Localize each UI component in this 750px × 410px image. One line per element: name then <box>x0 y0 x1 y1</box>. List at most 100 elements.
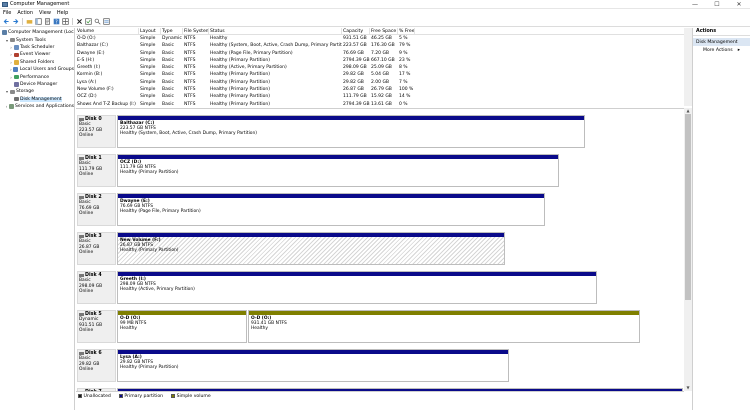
computer-management-icon <box>2 1 8 7</box>
column-header-file-system[interactable]: File System <box>183 28 209 34</box>
tree-node-event-viewer[interactable]: › Event Viewer <box>0 51 74 58</box>
column-header-capacity[interactable]: Capacity <box>342 28 370 34</box>
scroll-down-arrow-icon[interactable]: ▼ <box>684 385 692 391</box>
tree-node-shared-folders[interactable]: › Shared Folders <box>0 59 74 66</box>
rescan-button[interactable] <box>61 18 69 26</box>
partition-dwayne-e[interactable]: Dwayne (E:) 76.69 GB NTFS Healthy (Page Fi… <box>117 193 545 226</box>
maximize-button[interactable]: ☐ <box>706 0 728 9</box>
partition-status: Healthy (Primary Partition) <box>120 248 179 254</box>
volume-cell-capacity: 76.69 GB <box>343 50 364 56</box>
check-button[interactable] <box>84 18 92 26</box>
tree-node-task-scheduler[interactable]: › Task Scheduler <box>0 44 74 51</box>
partition-ocz-d[interactable]: OCZ (D:) 111.79 GB NTFS Healthy (Primary P… <box>117 154 559 187</box>
minimize-button[interactable]: — <box>684 0 706 9</box>
volume-row[interactable]: Greeth (I:) Simple Basic NTFS Healthy (Activ… <box>76 64 692 71</box>
volume-row[interactable]: Lysa (A:) Simple Basic NTFS Healthy (Primary… <box>76 79 692 86</box>
scrollbar-thumb[interactable] <box>685 114 691 300</box>
more-actions-item[interactable]: More Actions ▸ <box>693 46 750 54</box>
search-button[interactable] <box>93 18 101 26</box>
volume-cell-file-system: NTFS <box>184 36 196 41</box>
volume-list: Volume Layout Type File System Status Capacit… <box>76 28 692 108</box>
volume-cell-file-system: NTFS <box>184 72 196 78</box>
tree-node-performance[interactable]: › Performance <box>0 73 74 80</box>
column-header-free-space[interactable]: Free Space <box>370 28 398 34</box>
disk-label[interactable]: Disk 1 Basic 111.79 GB Online <box>77 154 116 187</box>
properties-button[interactable] <box>43 18 51 26</box>
expand-arrow-icon[interactable]: › <box>9 75 13 80</box>
volume-row[interactable]: Kormin (B:) Simple Basic NTFS Healthy (Prima… <box>76 71 692 78</box>
volume-cell-status: Healthy (Page File, Primary Partition) <box>210 50 293 56</box>
services-and-applications-icon <box>8 104 14 109</box>
tree-node-computer-management-local[interactable]: Computer Management (Local <box>0 29 74 36</box>
expand-arrow-icon[interactable]: ▾ <box>5 38 9 43</box>
expand-arrow-icon[interactable]: › <box>9 52 13 57</box>
help-button[interactable]: ? <box>52 18 60 26</box>
expand-arrow-icon[interactable]: › <box>9 60 13 65</box>
volume-cell-volume: O-D (O:) <box>77 36 96 41</box>
disk-label[interactable]: Disk 3 Basic 26.87 GB Online <box>77 232 116 265</box>
menu-help[interactable]: Help <box>54 10 71 16</box>
tree-node-storage[interactable]: ▾ Storage <box>0 88 74 95</box>
volume-cell-free-space: 26.79 GB <box>371 87 392 93</box>
expand-arrow-icon[interactable]: ▾ <box>5 89 9 94</box>
up-level-button[interactable] <box>25 18 33 26</box>
tree-node-disk-management[interactable]: Disk Management <box>0 96 74 103</box>
column-header-status[interactable]: Status <box>209 28 342 34</box>
expand-arrow-icon[interactable]: › <box>9 67 13 72</box>
view-button[interactable] <box>102 18 110 26</box>
disk-label[interactable]: Disk 0 Basic 223.57 GB Online <box>77 115 116 148</box>
more-actions-label: More Actions <box>703 47 733 53</box>
actions-section-disk-management[interactable]: Disk Management <box>693 38 750 46</box>
storage-icon <box>9 89 15 95</box>
disk-label[interactable]: Disk 5 Dynamic 931.51 GB Online <box>77 310 116 343</box>
volume-cell-capacity: 111.79 GB <box>343 94 367 100</box>
volume-row[interactable]: Dwayne (E:) Simple Basic NTFS Healthy (Page … <box>76 50 692 57</box>
volume-list-scrollbar[interactable] <box>684 28 692 106</box>
partition-balthazar-c[interactable]: Balthazar (C:) 223.57 GB NTFS Healthy (Sys… <box>117 115 585 148</box>
volume-row[interactable]: OCZ (D:) Simple Basic NTFS Healthy (Primary … <box>76 93 692 100</box>
volume-cell-free: 7 % <box>399 79 408 85</box>
tree-node-local-users-and-groups[interactable]: › Local Users and Groups <box>0 66 74 73</box>
partition-new-volume-f[interactable]: New Volume (F:) 26.87 GB NTFS Healthy (Pri… <box>117 232 505 265</box>
expand-arrow-icon[interactable]: › <box>9 45 13 50</box>
partition-o-d-o[interactable]: O-D (O:) 99 MB NTFS Healthy <box>117 310 247 343</box>
tree-node-system-tools[interactable]: ▾ System Tools <box>0 36 74 43</box>
disk-label[interactable]: Disk 6 Basic 29.82 GB Online <box>77 349 116 382</box>
disk-label[interactable]: Disk 2 Basic 76.69 GB Online <box>77 193 116 226</box>
disk-row-disk-0: Disk 0 Basic 223.57 GB Online Balthazar (C:)… <box>77 115 637 149</box>
tree-node-services-and-applications[interactable]: › Services and Applications <box>0 103 74 110</box>
volume-row[interactable]: New Volume (F:) Simple Basic NTFS Healthy (P… <box>76 86 692 93</box>
partition-lysa-a[interactable]: Lysa (A:) 29.82 GB NTFS Healthy (Primary P… <box>117 349 509 382</box>
tree-node-label: Storage <box>16 89 34 95</box>
partition-greeth-i[interactable]: Greeth (I:) 298.09 GB NTFS Healthy (Active… <box>117 271 597 304</box>
volume-cell-volume: New Volume (F:) <box>77 87 114 93</box>
menu-view[interactable]: View <box>36 10 54 16</box>
partition-o-d-o[interactable]: O-D (O:) 931.41 GB NTFS Healthy <box>248 310 640 343</box>
back-button[interactable] <box>2 18 10 26</box>
delete-button[interactable] <box>75 18 83 26</box>
disk-label[interactable]: Disk 4 Basic 298.09 GB Online <box>77 271 116 304</box>
close-button[interactable]: ✕ <box>728 0 750 9</box>
volume-cell-status: Healthy (Primary Partition) <box>210 79 270 85</box>
volume-cell-free: 9 % <box>399 50 408 56</box>
volume-row[interactable]: Balthazar (C:) Simple Basic NTFS Healthy (Sy… <box>76 42 692 49</box>
show-hide-tree-button[interactable] <box>34 18 42 26</box>
column-header-volume[interactable]: Volume <box>76 28 139 34</box>
column-header-type[interactable]: Type <box>161 28 183 34</box>
volume-row[interactable]: E-S (H:) Simple Basic NTFS Healthy (Primary … <box>76 57 692 64</box>
properties-icon <box>44 18 50 25</box>
menu-file[interactable]: File <box>0 10 14 16</box>
partition-status: Healthy (Active, Primary Partition) <box>120 287 195 293</box>
expand-arrow-icon[interactable]: › <box>5 104 8 109</box>
disk-map-scrollbar[interactable]: ▲ ▼ <box>684 108 692 391</box>
volume-cell-type: Basic <box>162 72 174 78</box>
forward-button[interactable] <box>11 18 19 26</box>
tree-node-device-manager[interactable]: Device Manager <box>0 81 74 88</box>
column-header-free[interactable]: % Free <box>398 28 415 34</box>
menu-action[interactable]: Action <box>14 10 36 16</box>
volume-row[interactable]: Shows And T-Z Backup (I:) Simple Basic NTFS… <box>76 101 692 108</box>
legend-label: Primary partition <box>124 393 164 399</box>
tree-node-label: System Tools <box>16 37 46 43</box>
volume-row[interactable]: O-D (O:) Simple Dynamic NTFS Healthy 931.51 G… <box>76 35 692 42</box>
column-header-layout[interactable]: Layout <box>139 28 161 34</box>
